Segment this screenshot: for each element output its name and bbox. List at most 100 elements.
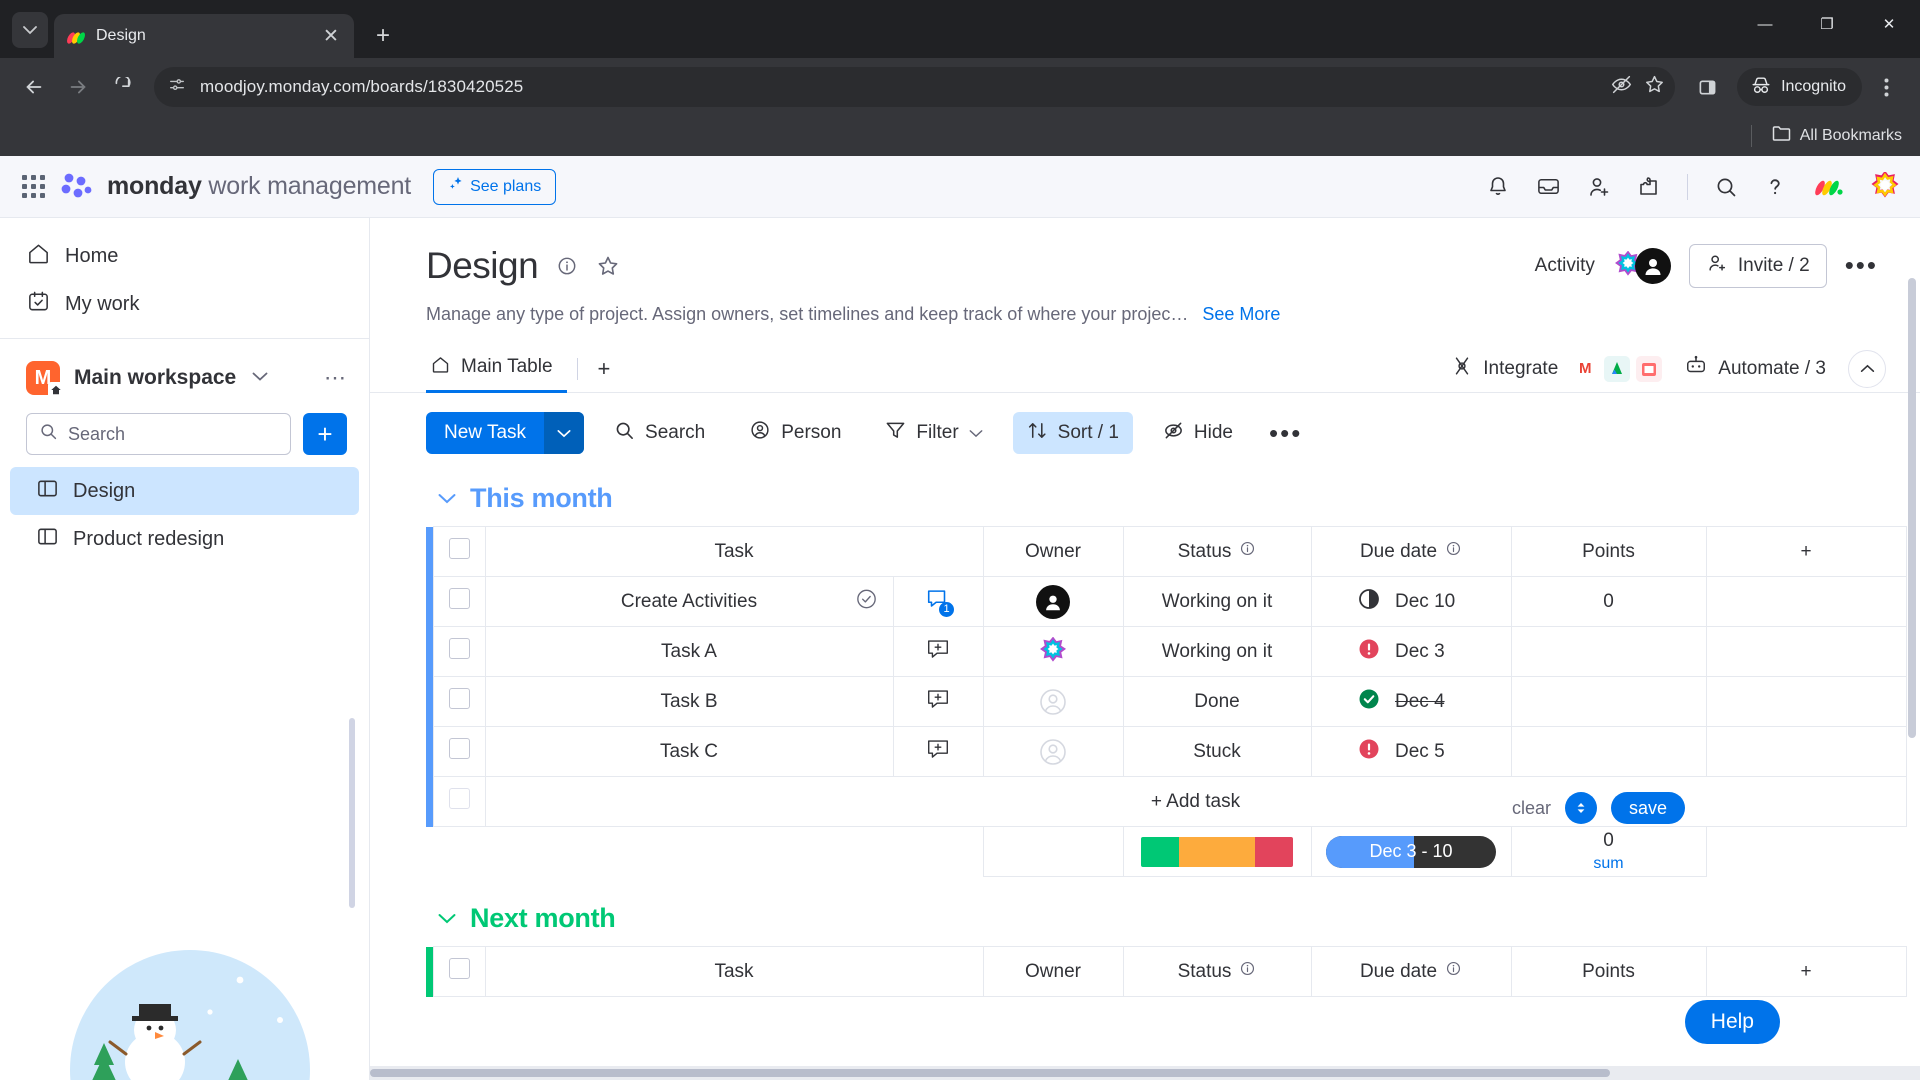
cell-due-date[interactable]: Dec 3: [1310, 626, 1512, 677]
column-header-task[interactable]: Task: [484, 946, 984, 997]
group-header-next-month[interactable]: Next month: [438, 903, 1920, 934]
chrome-menu-icon[interactable]: [1866, 67, 1906, 107]
chevron-down-icon[interactable]: [969, 422, 983, 444]
apps-grid-icon[interactable]: [22, 175, 45, 198]
cell-points[interactable]: 0: [1510, 576, 1707, 627]
search-input[interactable]: Search: [26, 413, 291, 455]
table-row[interactable]: Task B Done Dec 4: [426, 676, 1907, 727]
site-settings-icon[interactable]: [168, 76, 186, 99]
chevron-down-icon[interactable]: [438, 487, 456, 510]
cell-task-name[interactable]: Task B: [484, 676, 894, 727]
cell-points[interactable]: [1510, 626, 1707, 677]
sidebar-item-home[interactable]: Home: [0, 232, 369, 280]
toolbar-person-button[interactable]: Person: [735, 412, 855, 454]
save-sort-button[interactable]: save: [1611, 792, 1686, 824]
clear-sort-button[interactable]: clear: [1512, 798, 1551, 819]
cell-status[interactable]: Working on it: [1122, 626, 1312, 677]
tab-search-button[interactable]: [12, 12, 48, 48]
add-view-button[interactable]: +: [588, 356, 621, 382]
summary-timeline[interactable]: Dec 3 - 10: [1310, 826, 1512, 877]
workspace-selector[interactable]: M Main workspace ⋯: [0, 339, 369, 405]
table-row[interactable]: Task C Stuck Dec 5: [426, 726, 1907, 777]
cell-points[interactable]: [1510, 676, 1707, 727]
cell-owner[interactable]: [982, 626, 1124, 677]
cell-conversation[interactable]: [892, 726, 984, 777]
cell-due-date[interactable]: Dec 4: [1310, 676, 1512, 727]
toolbar-filter-button[interactable]: Filter: [871, 412, 996, 454]
favorite-star-icon[interactable]: [596, 254, 620, 278]
cell-conversation[interactable]: 1: [892, 576, 984, 627]
column-header-task[interactable]: Task: [484, 526, 984, 577]
incognito-indicator[interactable]: Incognito: [1737, 68, 1862, 106]
sidebar-scrollbar[interactable]: [349, 718, 355, 908]
table-row[interactable]: Create Activities 1 Working on it Dec 10…: [426, 576, 1907, 627]
toolbar-sort-button[interactable]: Sort / 1: [1012, 412, 1133, 454]
workspace-more-icon[interactable]: ⋯: [324, 365, 347, 391]
invite-button[interactable]: Invite / 2: [1688, 244, 1827, 288]
chevron-down-icon[interactable]: [438, 907, 456, 930]
info-icon[interactable]: [556, 255, 578, 277]
column-header-due-date[interactable]: Due date: [1310, 526, 1512, 577]
cell-status[interactable]: Done: [1122, 676, 1312, 727]
info-icon[interactable]: [1445, 540, 1462, 563]
row-checkbox[interactable]: [432, 626, 486, 677]
tab-main-table[interactable]: Main Table: [426, 345, 567, 393]
sidebar-item-my-work[interactable]: My work: [0, 280, 369, 328]
reload-icon[interactable]: [102, 67, 142, 107]
all-bookmarks-button[interactable]: All Bookmarks: [1772, 125, 1902, 147]
column-header-owner[interactable]: Owner: [982, 946, 1124, 997]
select-all-checkbox[interactable]: [432, 946, 486, 997]
add-column-button[interactable]: +: [1705, 526, 1907, 577]
cell-task-name[interactable]: Task A: [484, 626, 894, 677]
info-icon[interactable]: [1239, 960, 1256, 983]
column-header-points[interactable]: Points: [1510, 946, 1707, 997]
sidebar-board-product-redesign[interactable]: Product redesign: [10, 515, 359, 563]
apps-puzzle-icon[interactable]: [1637, 175, 1661, 199]
row-checkbox[interactable]: [432, 726, 486, 777]
main-scrollbar[interactable]: [1908, 278, 1916, 738]
side-panel-icon[interactable]: [1687, 67, 1727, 107]
inbox-icon[interactable]: [1536, 174, 1561, 199]
cell-due-date[interactable]: Dec 10: [1310, 576, 1512, 627]
cell-conversation[interactable]: [892, 626, 984, 677]
column-header-due-date[interactable]: Due date: [1310, 946, 1512, 997]
chevron-down-icon[interactable]: [252, 369, 268, 387]
new-task-button[interactable]: New Task: [426, 412, 585, 454]
column-header-status[interactable]: Status: [1122, 946, 1312, 997]
search-icon[interactable]: [1714, 175, 1738, 199]
maximize-icon[interactable]: ❐: [1796, 0, 1858, 48]
cell-task-name[interactable]: Create Activities: [484, 576, 894, 627]
info-icon[interactable]: [1445, 960, 1462, 983]
cell-owner[interactable]: [982, 676, 1124, 727]
column-header-points[interactable]: Points: [1510, 526, 1707, 577]
row-checkbox[interactable]: [432, 676, 486, 727]
notifications-bell-icon[interactable]: [1486, 175, 1510, 199]
cell-points[interactable]: [1510, 726, 1707, 777]
cell-status[interactable]: Stuck: [1122, 726, 1312, 777]
chevron-down-icon[interactable]: [544, 412, 585, 454]
add-column-button[interactable]: +: [1705, 946, 1907, 997]
see-plans-button[interactable]: See plans: [433, 168, 557, 205]
browser-tab[interactable]: Design ✕: [54, 14, 354, 58]
summary-status[interactable]: [1122, 826, 1312, 877]
cell-conversation[interactable]: [892, 676, 984, 727]
minimize-icon[interactable]: —: [1734, 0, 1796, 48]
select-all-checkbox[interactable]: [432, 526, 486, 577]
row-checkbox[interactable]: [432, 576, 486, 627]
horizontal-scrollbar[interactable]: [370, 1066, 1920, 1080]
cell-owner[interactable]: [982, 726, 1124, 777]
cell-status[interactable]: Working on it: [1122, 576, 1312, 627]
monday-mark-icon[interactable]: [1812, 174, 1844, 200]
see-more-link[interactable]: See More: [1202, 304, 1280, 325]
sort-toggle-icon[interactable]: [1565, 792, 1598, 824]
summary-points[interactable]: 0 sum: [1510, 826, 1707, 877]
column-header-status[interactable]: Status: [1122, 526, 1312, 577]
back-icon[interactable]: [14, 67, 54, 107]
address-bar[interactable]: moodjoy.monday.com/boards/1830420525: [154, 67, 1676, 107]
toolbar-search-button[interactable]: Search: [600, 412, 719, 454]
invite-members-icon[interactable]: [1587, 175, 1611, 199]
automate-button[interactable]: Automate / 3: [1684, 355, 1826, 383]
toolbar-more-icon[interactable]: •••: [1257, 420, 1314, 446]
member-avatars[interactable]: [1613, 248, 1671, 284]
table-row[interactable]: Task A Working on it Dec 3: [426, 626, 1907, 677]
